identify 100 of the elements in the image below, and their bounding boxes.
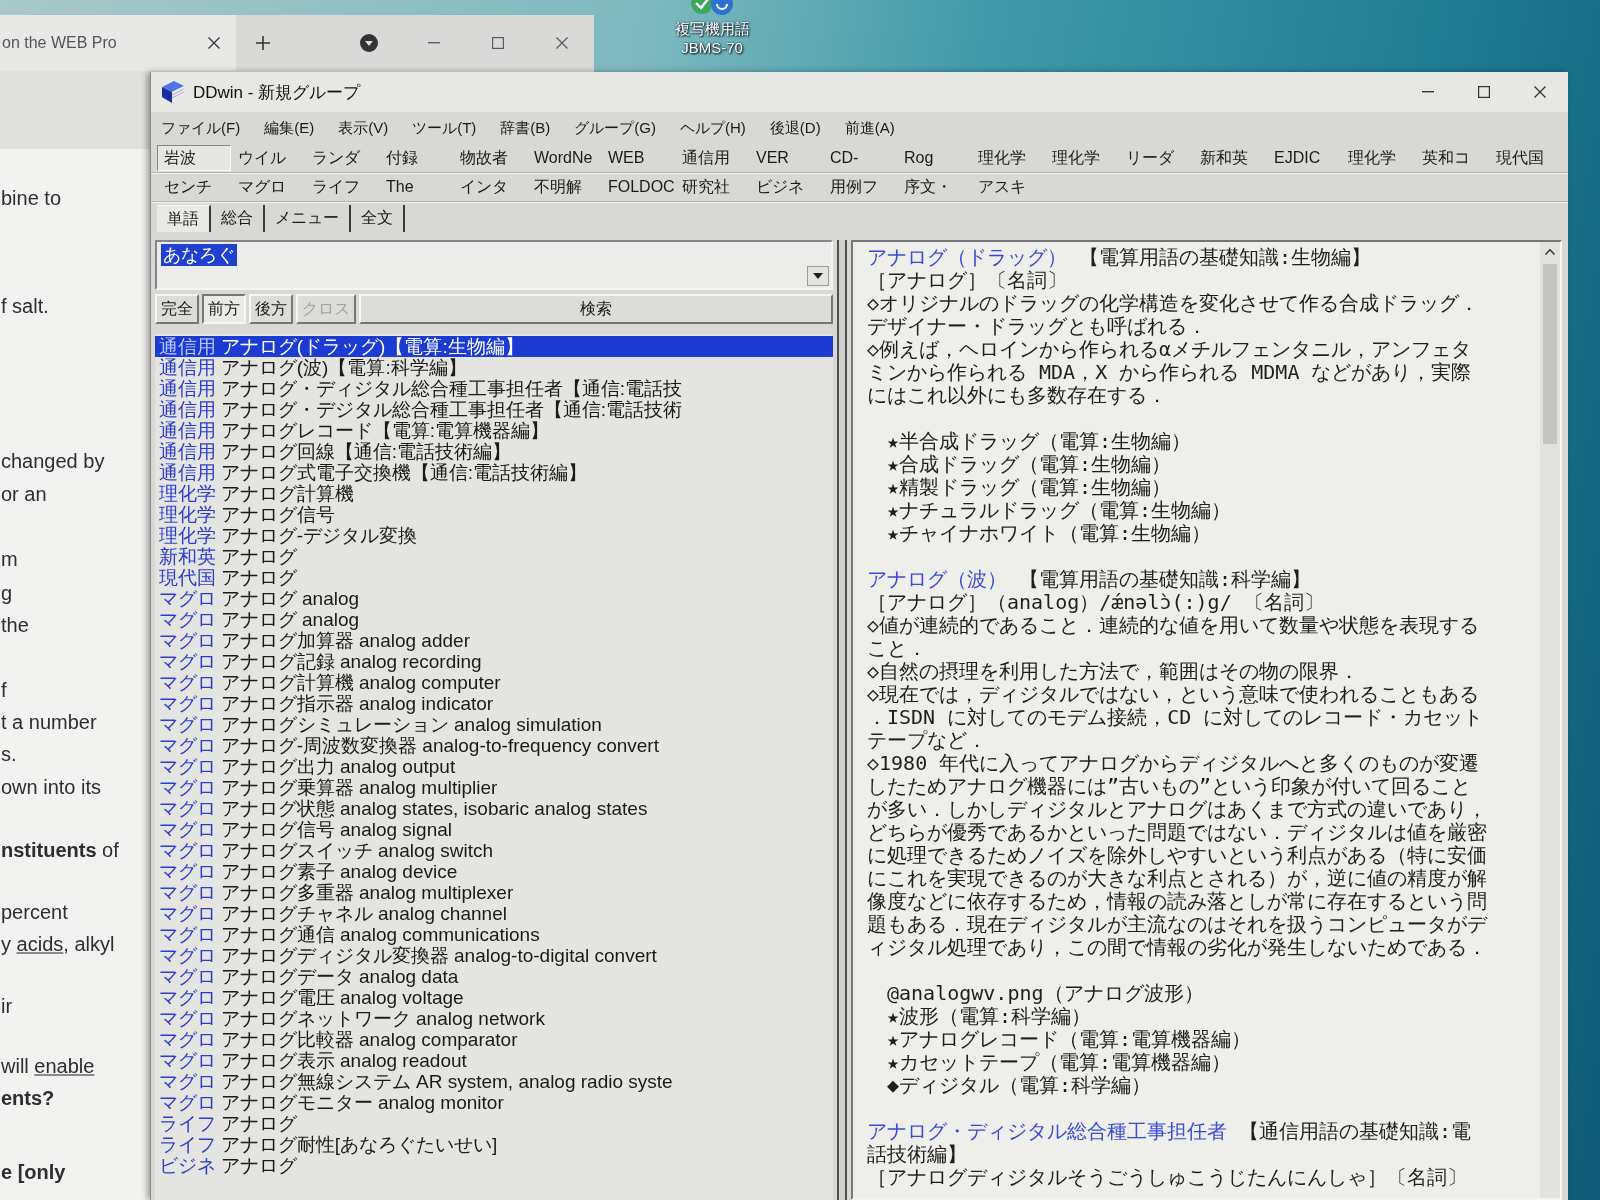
dictionary-button[interactable]: EJDIC: [1267, 145, 1341, 171]
result-item[interactable]: 通信用 アナログ・ディジタル総合種工事担任者【通信:電話技: [155, 378, 833, 399]
result-item[interactable]: マグロ アナログ analog: [155, 609, 833, 630]
scrollbar-thumb[interactable]: [1543, 264, 1557, 444]
tab[interactable]: 全文: [351, 205, 405, 232]
dictionary-button[interactable]: 理化学: [971, 145, 1045, 171]
cross-reference[interactable]: ★カセットテープ（電算:電算機器編）: [887, 1051, 1232, 1074]
match-mode-button[interactable]: 完全: [155, 294, 199, 324]
menu-item[interactable]: 編集(E): [258, 115, 321, 141]
dictionary-button[interactable]: The: [379, 174, 453, 200]
result-item[interactable]: マグロ アナログチャネル analog channel: [155, 903, 833, 924]
result-item[interactable]: マグロ アナログ無線システム AR system, analog radio syste: [155, 1071, 833, 1092]
dictionary-button[interactable]: 不明解: [527, 174, 601, 200]
dictionary-button[interactable]: 英和コ: [1415, 145, 1489, 171]
dictionary-button[interactable]: FOLDOC: [601, 174, 675, 200]
tab[interactable]: 単語: [157, 205, 211, 232]
result-item[interactable]: マグロ アナログデータ analog data: [155, 966, 833, 987]
result-item[interactable]: マグロ アナログ記録 analog recording: [155, 651, 833, 672]
result-item[interactable]: 理化学 アナログ信号: [155, 504, 833, 525]
text-link[interactable]: enable: [34, 1055, 95, 1077]
result-item[interactable]: マグロ アナログ表示 analog readout: [155, 1050, 833, 1071]
dictionary-button[interactable]: Rog: [897, 145, 971, 171]
result-item[interactable]: 理化学 アナログ計算機: [155, 483, 833, 504]
cross-reference[interactable]: ★アナログレコード（電算:電算機器編）: [887, 1028, 1252, 1051]
result-item[interactable]: 通信用 アナログ式電子交換機【通信:電話技術編】: [155, 462, 833, 483]
result-item[interactable]: マグロ アナログ状態 analog states, isobaric analog states: [155, 798, 833, 819]
result-item[interactable]: マグロ アナログ通信 analog communications: [155, 924, 833, 945]
result-item[interactable]: ビジネ アナログ: [155, 1155, 833, 1176]
result-item[interactable]: 理化学 アナログ-デジタル変換: [155, 525, 833, 546]
cross-reference[interactable]: ★半合成ドラッグ（電算:生物編）: [887, 430, 1192, 453]
dictionary-button[interactable]: VER: [749, 145, 823, 171]
dictionary-button[interactable]: アスキ: [971, 174, 1045, 200]
cross-reference[interactable]: ★合成ドラッグ（電算:生物編）: [887, 453, 1172, 476]
search-field[interactable]: あなろぐ: [155, 240, 833, 290]
dictionary-button[interactable]: マグロ: [231, 174, 305, 200]
dictionary-button[interactable]: センチ: [157, 174, 231, 200]
menu-item[interactable]: 前進(A): [838, 115, 901, 141]
cross-reference[interactable]: ★精製ドラッグ（電算:生物編）: [887, 476, 1172, 499]
result-item[interactable]: マグロ アナログ出力 analog output: [155, 756, 833, 777]
text-link[interactable]: acids: [16, 933, 64, 955]
match-mode-button[interactable]: 後方: [249, 294, 293, 324]
result-item[interactable]: マグロ アナログ指示器 analog indicator: [155, 693, 833, 714]
dictionary-button[interactable]: 研究社: [675, 174, 749, 200]
cross-reference[interactable]: ★ナチュラルドラッグ（電算:生物編）: [887, 499, 1232, 522]
search-button[interactable]: 検索: [359, 294, 833, 324]
result-item[interactable]: 通信用 アナログレコード【電算:電算機器編】: [155, 420, 833, 441]
result-item[interactable]: ライフ アナログ: [155, 1113, 833, 1134]
dictionary-button[interactable]: WordNe: [527, 145, 601, 171]
entry-heading-link[interactable]: アナログ（波）: [867, 567, 1007, 591]
result-item[interactable]: マグロ アナログ-周波数変換器 analog-to-frequency convert: [155, 735, 833, 756]
result-item[interactable]: マグロ アナログ電圧 analog voltage: [155, 987, 833, 1008]
dictionary-button[interactable]: 現代国: [1489, 145, 1563, 171]
dictionary-button[interactable]: 理化学: [1341, 145, 1415, 171]
dropdown-button[interactable]: [807, 266, 829, 286]
menu-item[interactable]: 後退(D): [763, 115, 827, 141]
result-item[interactable]: マグロ アナログ analog: [155, 588, 833, 609]
result-item[interactable]: マグロ アナログシミュレーション analog simulation: [155, 714, 833, 735]
result-item[interactable]: マグロ アナログモニター analog monitor: [155, 1092, 833, 1113]
dictionary-button[interactable]: インタ: [453, 174, 527, 200]
pane-splitter[interactable]: [837, 240, 847, 1200]
cross-reference[interactable]: ◆ディジタル（電算:科学編）: [887, 1074, 1152, 1097]
dictionary-button[interactable]: ウイル: [231, 145, 305, 171]
menu-item[interactable]: ヘルプ(H): [674, 115, 752, 141]
result-item[interactable]: マグロ アナログ比較器 analog comparator: [155, 1029, 833, 1050]
entry-heading-link[interactable]: アナログ（ドラッグ）: [867, 245, 1067, 269]
dictionary-button[interactable]: 付録: [379, 145, 453, 171]
dictionary-button[interactable]: 新和英: [1193, 145, 1267, 171]
result-item[interactable]: マグロ アナログディジタル変換器 analog-to-digital convert: [155, 945, 833, 966]
menu-item[interactable]: 表示(V): [332, 115, 395, 141]
browser-tab[interactable]: on the WEB Pro: [0, 15, 236, 71]
result-item[interactable]: 通信用 アナログ・デジタル総合種工事担任者【通信:電話技術: [155, 399, 833, 420]
cross-reference[interactable]: ★チャイナホワイト（電算:生物編）: [887, 522, 1212, 545]
menu-item[interactable]: ファイル(F): [155, 115, 247, 141]
menu-item[interactable]: ツール(T): [406, 115, 483, 141]
cross-reference[interactable]: ★波形（電算:科学編）: [887, 1005, 1092, 1028]
dictionary-button[interactable]: 序文・: [897, 174, 971, 200]
result-item[interactable]: マグロ アナログスイッチ analog switch: [155, 840, 833, 861]
match-mode-button[interactable]: 前方: [202, 294, 246, 324]
result-item[interactable]: マグロ アナログ素子 analog device: [155, 861, 833, 882]
result-item[interactable]: 通信用 アナログ(ドラッグ)【電算:生物編】: [155, 336, 833, 357]
entry-heading-link[interactable]: アナログ・ディジタル総合種工事担任者: [867, 1119, 1227, 1143]
dictionary-button[interactable]: 理化学: [1045, 145, 1119, 171]
result-item[interactable]: マグロ アナログネットワーク analog network: [155, 1008, 833, 1029]
menu-item[interactable]: グループ(G): [568, 115, 662, 141]
dictionary-button[interactable]: リーダ: [1119, 145, 1193, 171]
cross-reference[interactable]: @analogwv.png（アナログ波形）: [887, 982, 1204, 1005]
dictionary-button[interactable]: ライフ: [305, 174, 379, 200]
tab[interactable]: 総合: [211, 205, 265, 232]
menu-item[interactable]: 辞書(B): [494, 115, 557, 141]
tab[interactable]: メニュー: [265, 205, 351, 232]
dictionary-button[interactable]: 用例フ: [823, 174, 897, 200]
dictionary-button[interactable]: 岩波: [157, 145, 231, 171]
dictionary-button[interactable]: CD-: [823, 145, 897, 171]
dictionary-button[interactable]: ビジネ: [749, 174, 823, 200]
result-item[interactable]: 通信用 アナログ回線【通信:電話技術編】: [155, 441, 833, 462]
dictionary-button[interactable]: 物故者: [453, 145, 527, 171]
dictionary-button[interactable]: ランダ: [305, 145, 379, 171]
result-item[interactable]: マグロ アナログ計算機 analog computer: [155, 672, 833, 693]
result-item[interactable]: マグロ アナログ加算器 analog adder: [155, 630, 833, 651]
result-item[interactable]: 新和英 アナログ: [155, 546, 833, 567]
